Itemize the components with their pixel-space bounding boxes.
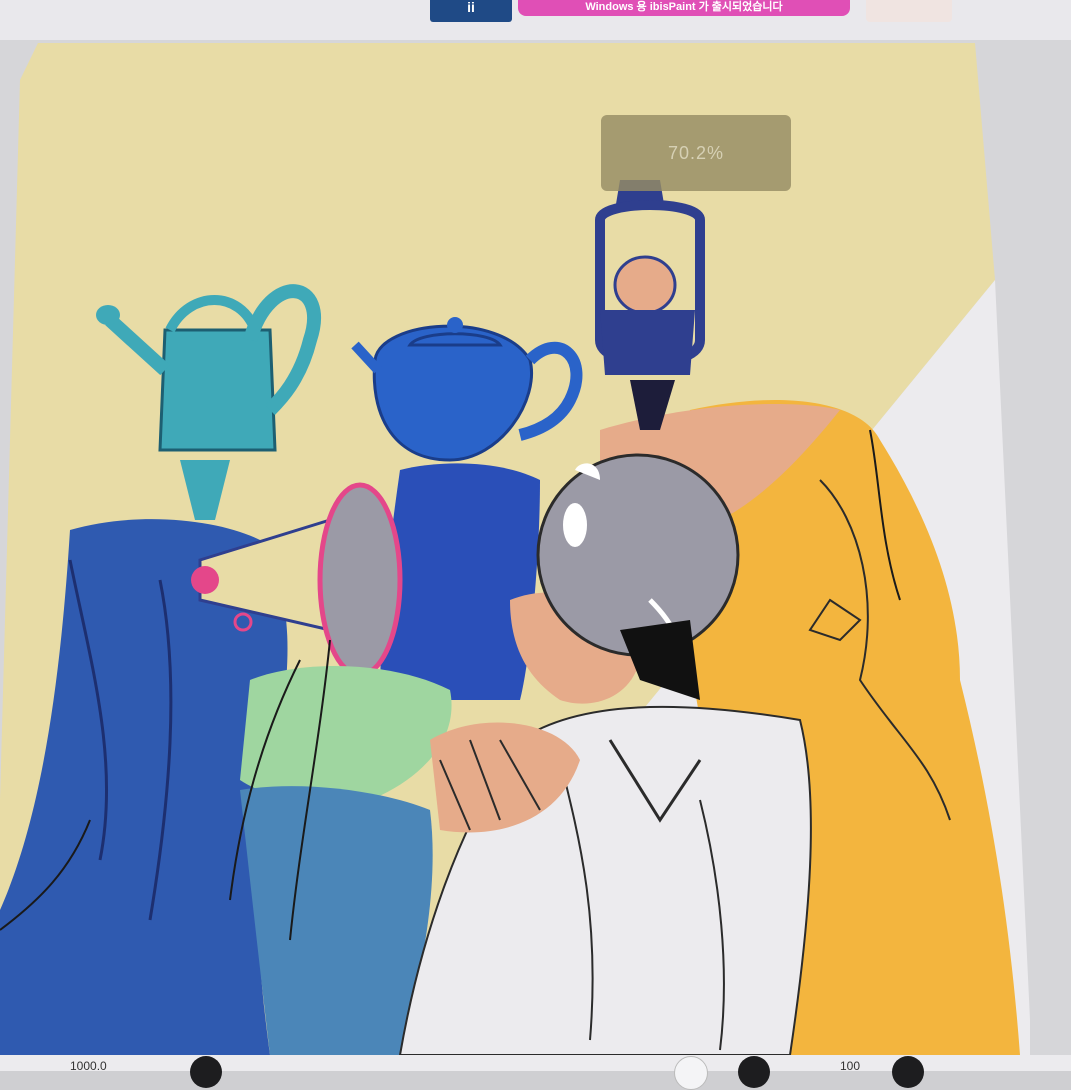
blue-coat xyxy=(380,463,540,700)
add-icon[interactable] xyxy=(738,1056,770,1088)
artwork-canvas[interactable] xyxy=(0,40,1071,1055)
app-badge[interactable]: ii xyxy=(430,0,512,22)
canvas-area[interactable]: 70.2% xyxy=(0,40,1071,1055)
zoom-level-toast: 70.2% xyxy=(601,115,791,191)
top-bar: ii Windows 용 ibisPaint 가 출시되었습니다 xyxy=(0,0,1071,42)
layer-icon[interactable] xyxy=(674,1056,708,1090)
undo-icon[interactable] xyxy=(190,1056,222,1088)
teal-figure xyxy=(240,786,433,1055)
menu-icon[interactable] xyxy=(892,1056,924,1088)
ad-banner[interactable]: Windows 용 ibisPaint 가 출시되었습니다 xyxy=(518,0,850,16)
ad-thumbnail[interactable] xyxy=(866,0,952,22)
